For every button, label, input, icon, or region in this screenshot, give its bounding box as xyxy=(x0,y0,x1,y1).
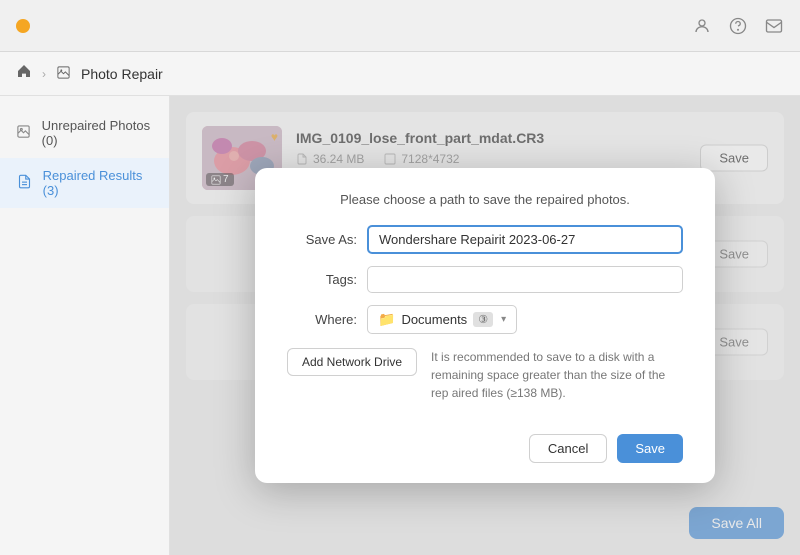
tags-input[interactable] xyxy=(367,266,683,293)
main-layout: Unrepaired Photos (0) Repaired Results (… xyxy=(0,96,800,555)
content-area: 7 ♥ IMG_0109_lose_front_part_mdat.CR3 36… xyxy=(170,96,800,555)
sidebar-item-unrepaired-label: Unrepaired Photos (0) xyxy=(42,118,153,148)
help-icon[interactable] xyxy=(728,16,748,36)
chevron-down-icon: ▾ xyxy=(501,314,506,325)
sidebar-item-repaired[interactable]: Repaired Results (3) xyxy=(0,158,169,208)
save-as-input[interactable] xyxy=(367,225,683,254)
where-badge: ③ xyxy=(473,312,493,327)
user-icon[interactable] xyxy=(692,16,712,36)
save-dialog: Please choose a path to save the repaire… xyxy=(255,168,715,483)
sidebar-item-unrepaired[interactable]: Unrepaired Photos (0) xyxy=(0,108,169,158)
title-bar xyxy=(0,0,800,52)
repaired-icon xyxy=(16,174,33,193)
traffic-light-yellow[interactable] xyxy=(16,19,30,33)
home-icon[interactable] xyxy=(16,63,32,84)
sidebar: Unrepaired Photos (0) Repaired Results (… xyxy=(0,96,170,555)
dialog-actions: Cancel Save xyxy=(287,434,683,463)
folder-icon: 📁 xyxy=(378,311,395,328)
cancel-button[interactable]: Cancel xyxy=(529,434,607,463)
add-network-drive-button[interactable]: Add Network Drive xyxy=(287,348,417,376)
save-as-label: Save As: xyxy=(287,232,357,247)
photo-repair-icon xyxy=(56,65,71,83)
dialog-tags-row: Tags: xyxy=(287,266,683,293)
sidebar-item-repaired-label: Repaired Results (3) xyxy=(43,168,153,198)
title-bar-icons xyxy=(692,16,784,36)
save-button[interactable]: Save xyxy=(617,434,683,463)
where-select[interactable]: 📁 Documents ③ ▾ xyxy=(367,305,517,334)
dialog-save-as-row: Save As: xyxy=(287,225,683,254)
unrepaired-icon xyxy=(16,124,32,143)
dialog-where-row: Where: 📁 Documents ③ ▾ xyxy=(287,305,683,334)
where-label: Where: xyxy=(287,312,357,327)
dialog-title: Please choose a path to save the repaire… xyxy=(287,192,683,207)
breadcrumb: › Photo Repair xyxy=(0,52,800,96)
where-folder-name: Documents xyxy=(401,312,467,327)
page-title: Photo Repair xyxy=(81,66,163,82)
mail-icon[interactable] xyxy=(764,16,784,36)
breadcrumb-separator: › xyxy=(42,67,46,81)
dialog-note: It is recommended to save to a disk with… xyxy=(431,348,683,402)
tags-label: Tags: xyxy=(287,272,357,287)
overlay: Please choose a path to save the repaire… xyxy=(170,96,800,555)
